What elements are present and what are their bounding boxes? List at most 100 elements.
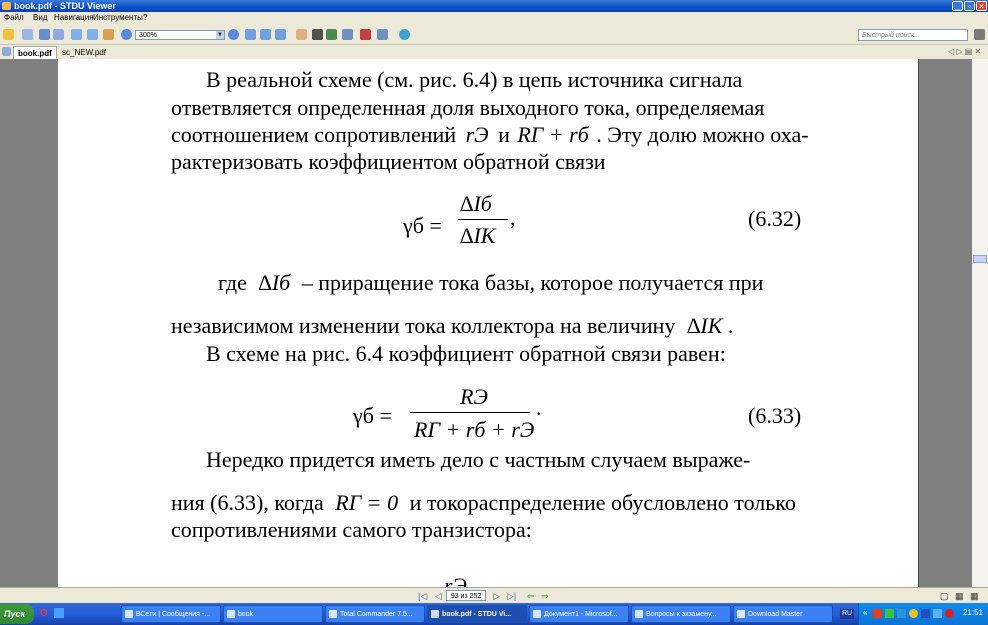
title-bar[interactable]: book.pdf - STDU Viewer _ ▫ × bbox=[0, 0, 988, 12]
back-arrow-icon[interactable]: ⇐ bbox=[527, 591, 535, 602]
tray-app-icon[interactable] bbox=[873, 609, 882, 618]
navigation-bar: |◁ ◁ 93 из 252 ▷ ▷| ⇐ ⇒ ▢ ▦ ▦ bbox=[0, 587, 988, 604]
next-page-icon[interactable]: ▷ bbox=[493, 591, 500, 602]
grid-view-icon[interactable]: ▦ bbox=[970, 591, 979, 602]
fit-height-icon[interactable] bbox=[275, 29, 286, 40]
page-number-input[interactable]: 93 из 252 bbox=[446, 590, 486, 601]
hand-tool-icon[interactable] bbox=[296, 29, 307, 40]
tab-sc-new[interactable]: sc_NEW.pdf bbox=[58, 46, 110, 59]
minimize-button[interactable]: _ bbox=[952, 1, 963, 11]
text-line: В схеме на рис. 6.4 коэффициент обратной… bbox=[206, 341, 726, 366]
quick-search-input[interactable]: Быстрый поиск... bbox=[858, 29, 968, 41]
prev-page-icon[interactable]: ◁ bbox=[435, 591, 442, 602]
window-title: book.pdf - STDU Viewer bbox=[14, 1, 116, 11]
tab-list-icon[interactable] bbox=[2, 47, 11, 56]
system-tray: « 21:51 bbox=[858, 603, 988, 625]
menu-view[interactable]: Вид bbox=[33, 13, 47, 22]
task-word-document[interactable]: Документ1 - Microsof... bbox=[529, 605, 629, 623]
tray-app-icon[interactable] bbox=[945, 609, 954, 618]
task-vseti[interactable]: ВСети | Сообщения -... bbox=[121, 605, 221, 623]
quicklaunch-icon[interactable] bbox=[54, 608, 64, 618]
task-stdu-viewer[interactable]: book.pdf - STDU Vi... bbox=[427, 605, 527, 623]
frac2-numerator: RЭ bbox=[460, 384, 488, 409]
menu-file[interactable]: Файл bbox=[4, 13, 24, 22]
pdf-page: В реальной схеме (см. рис. 6.4) в цепь и… bbox=[58, 59, 919, 587]
fit-page-icon[interactable] bbox=[245, 29, 256, 40]
comma: , bbox=[510, 205, 516, 230]
partial-formula: rЭ bbox=[444, 573, 467, 587]
frac2-denominator: RГ + rб + rЭ bbox=[414, 417, 535, 442]
tray-expand-icon[interactable]: « bbox=[863, 608, 867, 617]
language-indicator[interactable]: RU bbox=[840, 609, 854, 619]
equation-number: (6.32) bbox=[748, 206, 802, 231]
fit-width-icon[interactable] bbox=[260, 29, 271, 40]
open-icon[interactable] bbox=[3, 29, 14, 40]
document-viewport[interactable]: В реальной схеме (см. рис. 6.4) в цепь и… bbox=[0, 59, 972, 587]
menu-navigation[interactable]: Навигация bbox=[54, 13, 94, 22]
text-line: рактеризовать коэффициентом обратной свя… bbox=[171, 149, 606, 174]
math-rg-zero: RГ = 0 bbox=[335, 490, 399, 515]
tray-network-icon[interactable] bbox=[897, 609, 906, 618]
refresh-icon[interactable] bbox=[399, 29, 410, 40]
math-delta-ik: ∆IK bbox=[686, 313, 723, 338]
math-re: rЭ bbox=[465, 122, 489, 147]
select-image-icon[interactable] bbox=[326, 29, 337, 40]
toolbar: 300% ▼ Быстрый поиск... bbox=[0, 26, 988, 45]
math-rg-rb: RГ + rб bbox=[517, 122, 589, 147]
forward-arrow-icon[interactable]: ⇒ bbox=[541, 591, 549, 602]
clock[interactable]: 21:51 bbox=[963, 608, 983, 617]
tab-book[interactable]: book.pdf bbox=[13, 46, 57, 59]
tab-bar: book.pdf sc_NEW.pdf ◁ ▷ ▤ ✕ bbox=[0, 45, 988, 60]
text-line: соотношением сопротивлений rЭ и RГ + rб … bbox=[171, 122, 809, 147]
rotate-icon[interactable] bbox=[103, 29, 114, 40]
zoom-out-icon[interactable] bbox=[121, 29, 132, 40]
two-page-view-icon[interactable]: ▦ bbox=[955, 591, 964, 602]
text-line: независимом изменении тока коллектора на… bbox=[171, 313, 734, 338]
scrollbar-thumb[interactable] bbox=[973, 255, 987, 263]
close-button[interactable]: × bbox=[976, 1, 987, 11]
page-prev-icon[interactable] bbox=[71, 29, 82, 40]
menu-help[interactable]: ? bbox=[143, 13, 147, 22]
task-total-commander[interactable]: Total Commander 7.5... bbox=[325, 605, 425, 623]
select-text-icon[interactable] bbox=[312, 29, 323, 40]
task-book-folder[interactable]: book bbox=[223, 605, 323, 623]
binoculars-icon[interactable] bbox=[974, 29, 985, 40]
edit-icon[interactable] bbox=[53, 29, 64, 40]
maximize-button[interactable]: ▫ bbox=[964, 1, 975, 11]
tray-app-icon[interactable] bbox=[909, 609, 918, 618]
tray-app-icon[interactable] bbox=[933, 609, 942, 618]
print-icon[interactable] bbox=[22, 29, 33, 40]
fraction-bar bbox=[458, 219, 508, 220]
equation-number: (6.33) bbox=[748, 403, 802, 428]
snapshot-icon[interactable] bbox=[342, 29, 353, 40]
math-delta-ib: ∆Iб bbox=[258, 270, 291, 295]
period: . bbox=[536, 395, 542, 420]
last-page-icon[interactable]: ▷| bbox=[507, 591, 516, 602]
zoom-in-icon[interactable] bbox=[228, 29, 239, 40]
menu-tools[interactable]: Инструменты bbox=[93, 13, 143, 22]
frac1-denominator: ∆IK bbox=[460, 223, 496, 248]
copy-icon[interactable] bbox=[377, 29, 388, 40]
first-page-icon[interactable]: |◁ bbox=[418, 591, 427, 602]
zoom-select[interactable]: 300% ▼ bbox=[135, 30, 225, 40]
text-line: Нередко придется иметь дело с частным сл… bbox=[206, 447, 751, 472]
start-button[interactable]: Пуск bbox=[0, 604, 34, 624]
task-exam-questions[interactable]: Вопросы к экзамену... bbox=[631, 605, 731, 623]
task-download-master[interactable]: Download Master bbox=[733, 605, 833, 623]
page-next-icon[interactable] bbox=[87, 29, 98, 40]
tray-app-icon[interactable] bbox=[885, 609, 894, 618]
zoom-value: 300% bbox=[139, 32, 157, 39]
single-page-view-icon[interactable]: ▢ bbox=[940, 591, 949, 602]
save-icon[interactable] bbox=[39, 29, 50, 40]
math-gamma-b: γб = bbox=[403, 213, 442, 238]
tab-scroll-arrows-icon[interactable]: ◁ ▷ ▤ ✕ bbox=[948, 47, 981, 56]
windows-taskbar: Пуск O ВСети | Сообщения -... book Total… bbox=[0, 603, 988, 625]
opera-icon[interactable]: O bbox=[40, 608, 48, 619]
tray-app-icon[interactable] bbox=[921, 609, 930, 618]
math-gamma-b: γб = bbox=[353, 403, 392, 428]
chevron-down-icon[interactable]: ▼ bbox=[216, 31, 224, 39]
fraction-bar bbox=[410, 412, 530, 413]
frac1-numerator: ∆Iб bbox=[460, 191, 492, 216]
back-icon[interactable] bbox=[360, 29, 371, 40]
vertical-scrollbar[interactable] bbox=[972, 59, 988, 587]
